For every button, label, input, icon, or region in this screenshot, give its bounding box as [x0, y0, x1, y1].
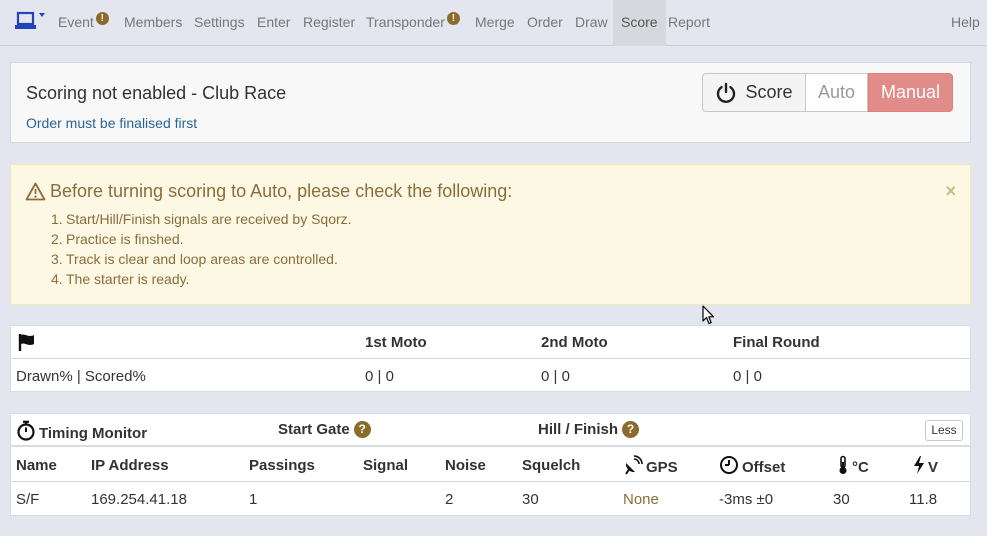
cell-temperature: 30 [833, 491, 850, 508]
thermometer-icon [839, 455, 847, 474]
nav-draw[interactable]: Draw [575, 0, 608, 46]
laptop-icon[interactable] [14, 9, 48, 35]
nav-members[interactable]: Members [124, 0, 182, 46]
col-gps: GPS [623, 455, 678, 476]
flag-icon [17, 332, 37, 356]
list-item: 4. The starter is ready. [51, 271, 190, 287]
timing-monitor-panel: Timing Monitor Start Gate? Hill / Finish… [10, 413, 971, 516]
power-icon [717, 82, 736, 103]
scoring-checklist-alert: Before turning scoring to Auto, please c… [10, 164, 971, 305]
start-gate-label: Start Gate? [278, 421, 371, 438]
mouse-cursor-icon [702, 305, 716, 330]
col-noise: Noise [445, 457, 486, 474]
col-1st-moto: 1st Moto [365, 334, 427, 351]
col-ip-address: IP Address [91, 457, 169, 474]
top-navbar: Event! Members Settings Enter Register T… [0, 0, 987, 46]
nav-help[interactable]: Help [951, 0, 980, 46]
lightning-icon [914, 456, 924, 474]
warning-icon: ! [95, 12, 109, 25]
cell-gps: None [623, 491, 659, 508]
nav-enter[interactable]: Enter [257, 0, 290, 46]
col-offset: Offset [719, 455, 785, 476]
moto-progress-table: 1st Moto 2nd Moto Final Round Drawn% | S… [10, 325, 971, 392]
col-temperature: °C [837, 455, 869, 476]
table-row: Drawn% | Scored% 0 | 0 0 | 0 0 | 0 [11, 360, 970, 393]
help-icon[interactable]: ? [622, 421, 640, 438]
nav-order[interactable]: Order [527, 0, 563, 46]
cell-ip: 169.254.41.18 [91, 491, 187, 508]
list-item: 1. Start/Hill/Finish signals are received… [51, 211, 352, 227]
value-final-round: 0 | 0 [733, 368, 762, 385]
col-signal: Signal [363, 457, 409, 474]
list-item: 3. Track is clear and loop areas are cont… [51, 251, 338, 267]
satellite-dish-icon [625, 455, 643, 475]
value-2nd-moto: 0 | 0 [541, 368, 570, 385]
checklist: 1. Start/Hill/Finish signals are received… [51, 209, 352, 289]
manual-button[interactable]: Manual [868, 73, 953, 112]
clock-icon [720, 456, 738, 474]
timing-title: Timing Monitor [39, 425, 148, 442]
col-voltage: V [913, 455, 938, 476]
value-1st-moto: 0 | 0 [365, 368, 394, 385]
cell-passings: 1 [249, 491, 258, 508]
cell-name: S/F [16, 491, 40, 508]
warning-icon: ! [446, 12, 460, 25]
close-icon[interactable]: × [945, 181, 956, 202]
col-squelch: Squelch [522, 457, 581, 474]
col-name: Name [16, 457, 57, 474]
help-icon[interactable]: ? [353, 421, 371, 438]
nav-transponder[interactable]: Transponder! [366, 0, 460, 46]
col-2nd-moto: 2nd Moto [541, 334, 608, 351]
cell-noise: 2 [445, 491, 454, 508]
table-header: 1st Moto 2nd Moto Final Round [11, 326, 970, 359]
scoring-mode-group: Score Auto Manual [702, 73, 953, 112]
status-title: Scoring not enabled - Club Race [26, 83, 287, 103]
timing-header: Timing Monitor Start Gate? Hill / Finish… [11, 414, 970, 447]
less-button[interactable]: Less [925, 420, 963, 441]
nav-score[interactable]: Score [613, 0, 666, 46]
nav-merge[interactable]: Merge [475, 0, 515, 46]
col-passings: Passings [249, 457, 315, 474]
col-final-round: Final Round [733, 334, 820, 351]
order-finalise-link[interactable]: Order must be finalised first [26, 115, 197, 131]
nav-settings[interactable]: Settings [194, 0, 245, 46]
stopwatch-icon [17, 420, 35, 441]
cell-offset: -3ms ±0 [719, 491, 774, 508]
table-header: Name IP Address Passings Signal Noise Sq… [11, 449, 970, 482]
scoring-status-panel: Scoring not enabled - Club Race Order mu… [10, 62, 971, 143]
table-row: S/F 169.254.41.18 1 2 30 None -3ms ±0 30… [11, 483, 970, 516]
cell-voltage: 11.8 [909, 491, 938, 508]
warning-triangle-icon [25, 182, 46, 201]
alert-title: Before turning scoring to Auto, please c… [50, 181, 513, 201]
auto-button[interactable]: Auto [806, 73, 868, 112]
nav-report[interactable]: Report [668, 0, 710, 46]
score-toggle-button[interactable]: Score [702, 73, 806, 112]
list-item: 2. Practice is finshed. [51, 231, 184, 247]
cell-squelch: 30 [522, 491, 539, 508]
row-label: Drawn% | Scored% [16, 368, 146, 385]
hill-finish-label: Hill / Finish? [538, 421, 640, 438]
nav-register[interactable]: Register [303, 0, 355, 46]
nav-event[interactable]: Event! [58, 0, 109, 46]
